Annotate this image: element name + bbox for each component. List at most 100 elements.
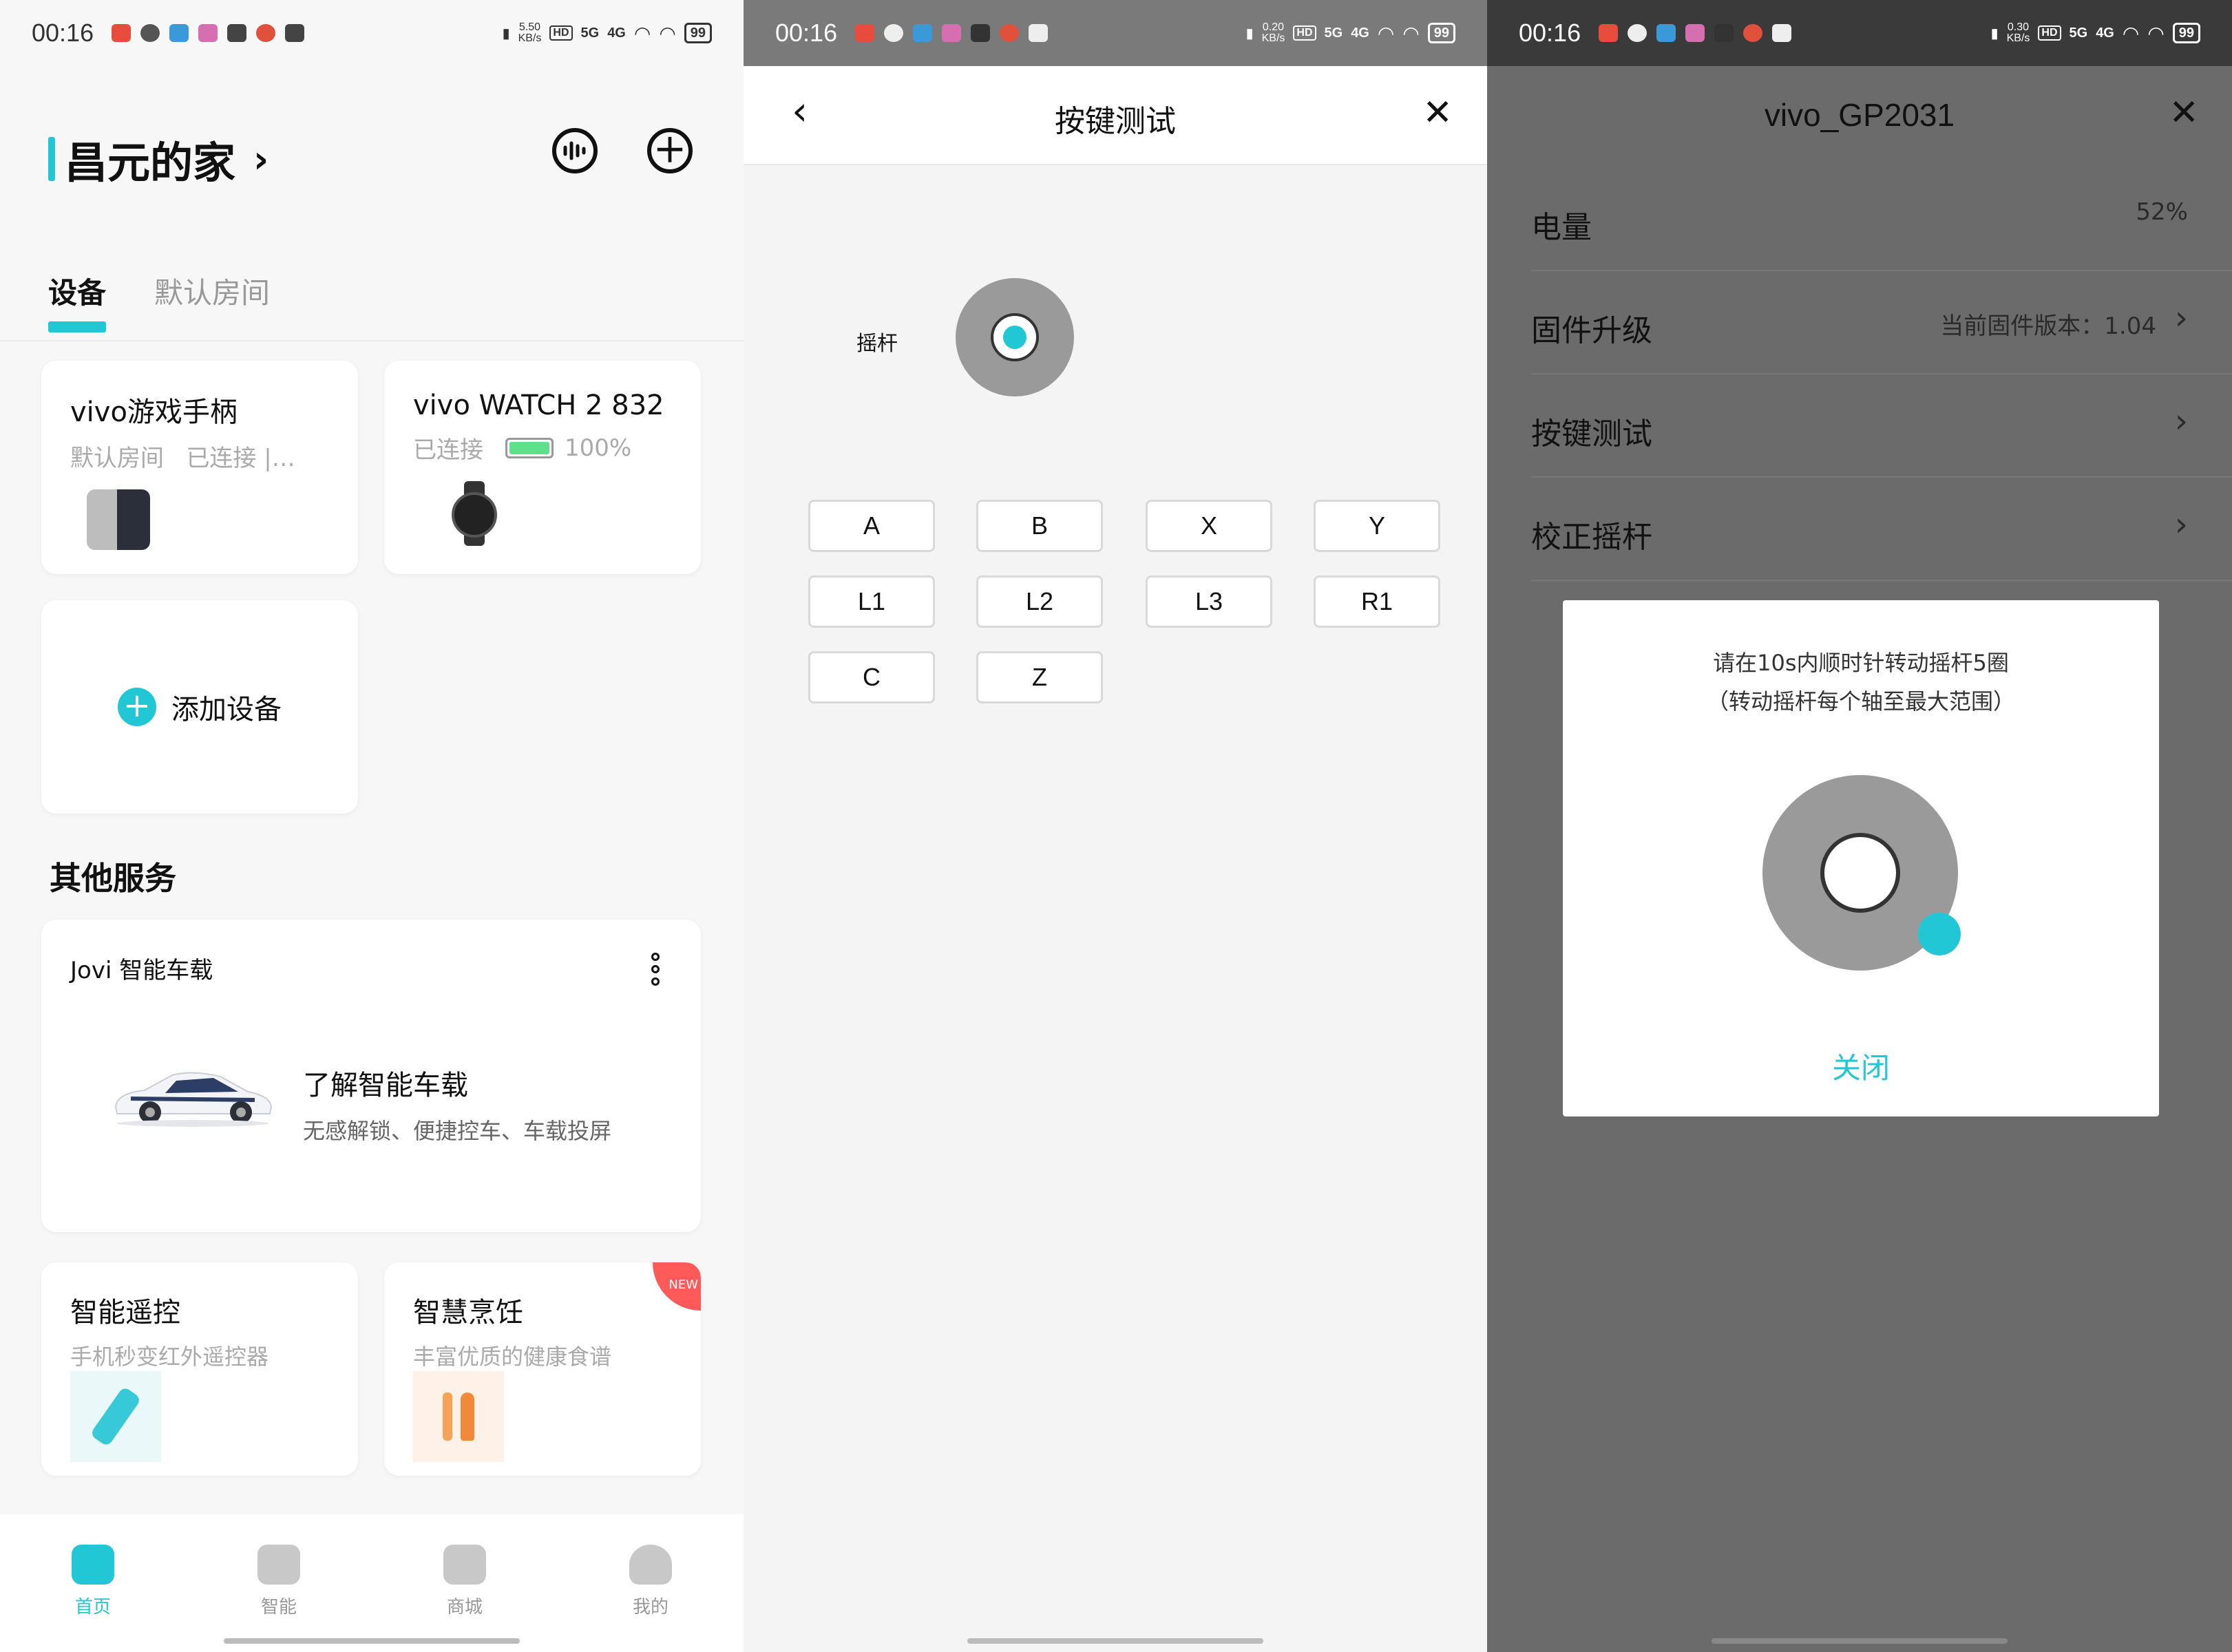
key-y: Y	[1314, 500, 1440, 552]
key-r1: R1	[1314, 575, 1440, 628]
robot-icon	[257, 1545, 300, 1585]
app-notification-icon	[913, 24, 933, 42]
close-icon[interactable]: ✕	[1422, 95, 1453, 131]
service-title: 智能遥控	[70, 1297, 180, 1328]
close-dialog-button[interactable]: 关闭	[1563, 1045, 2159, 1087]
key-b: B	[976, 500, 1103, 552]
row-label: 按键测试	[1531, 416, 1652, 452]
gamepad-image-icon	[87, 489, 150, 550]
net-speed: 0.20 KB/s	[1261, 21, 1285, 44]
hd-icon: HD	[1293, 25, 1316, 41]
row-firmware-upgrade[interactable]: 固件升级 当前固件版本：1.04 ›	[1531, 271, 2232, 374]
net-speed: 5.50 KB/s	[518, 21, 542, 44]
signal-4g-icon: 4G	[607, 25, 626, 41]
key-l3: L3	[1146, 575, 1272, 628]
status-bar: 00:16 ▮ 5.50 KB/s HD 5G 4G ◠ ◠ 99	[0, 0, 744, 66]
net-speed: 0.30 KB/s	[2006, 21, 2030, 44]
signal-4g-icon: 4G	[2096, 25, 2114, 41]
key-a: A	[808, 500, 935, 552]
add-device-label: 添加设备	[171, 694, 282, 726]
wifi-icon: ◠	[659, 22, 676, 44]
chevron-right-icon: ›	[2174, 299, 2188, 337]
close-icon[interactable]: ✕	[2169, 95, 2199, 131]
key-x: X	[1146, 500, 1272, 552]
app-notification-icon	[971, 24, 991, 42]
joystick-dot	[1918, 913, 1961, 955]
home-name: 昌元的家	[65, 138, 236, 188]
hd-icon: HD	[2038, 25, 2061, 41]
header: ‹ 按键测试 ✕	[744, 66, 1487, 165]
home-indicator[interactable]	[1712, 1638, 2008, 1644]
wifi-icon: ◠	[2122, 22, 2140, 44]
row-value: 当前固件版本：1.04	[1940, 313, 2156, 340]
home-indicator[interactable]	[224, 1638, 520, 1644]
device-card-gamepad[interactable]: vivo游戏手柄 默认房间 已连接 |…	[41, 361, 358, 574]
key-l2: L2	[976, 575, 1103, 628]
nav-smart[interactable]: 智能	[217, 1545, 341, 1618]
voice-assistant-icon[interactable]	[552, 128, 598, 173]
page-title: 按键测试	[1055, 104, 1176, 139]
tab-devices[interactable]: 设备	[48, 270, 107, 332]
hd-icon: HD	[549, 25, 573, 41]
tab-default-room[interactable]: 默认房间	[154, 270, 270, 312]
vibrate-icon: ▮	[1245, 25, 1254, 41]
more-options-icon[interactable]	[649, 953, 662, 986]
battery-icon: 99	[1427, 23, 1455, 43]
nav-home[interactable]: 首页	[31, 1545, 155, 1618]
chevron-right-icon: ›	[253, 137, 269, 181]
app-notification-icon	[1628, 24, 1647, 42]
device-card-watch[interactable]: vivo WATCH 2 832 已连接 100%	[384, 361, 701, 574]
home-selector[interactable]: 昌元的家 ›	[48, 128, 269, 190]
bottom-navigation: 首页 智能 商城 我的	[0, 1514, 744, 1652]
cutlery-icon	[413, 1371, 504, 1462]
service-desc: 手机秒变红外遥控器	[70, 1344, 269, 1370]
smart-remote-card[interactable]: 智能遥控 手机秒变红外遥控器	[41, 1262, 358, 1476]
signal-5g-icon: 5G	[1324, 25, 1343, 41]
app-notification-icon	[198, 24, 218, 42]
app-notification-icon	[1656, 24, 1676, 42]
status-bar: 00:16 ▮ 0.30 KB/s HD 5G 4G ◠ ◠ 99	[1487, 0, 2232, 66]
joystick-calibration-indicator	[1762, 775, 1961, 971]
app-notification-icon	[112, 24, 131, 42]
nav-store[interactable]: 商城	[403, 1545, 527, 1618]
app-notification-icon	[1000, 24, 1020, 42]
row-label: 固件升级	[1531, 313, 1652, 348]
app-notification-icon	[855, 24, 875, 42]
calibration-dialog: 请在10s内顺时针转动摇杆5圈 （转动摇杆每个轴至最大范围） 关闭	[1563, 600, 2159, 1116]
section-title: 其他服务	[50, 860, 176, 897]
add-device-card[interactable]: + 添加设备	[41, 600, 358, 814]
shopping-bag-icon	[443, 1545, 486, 1585]
joystick-dot	[1003, 326, 1026, 349]
device-name: vivo WATCH 2 832	[413, 390, 664, 421]
device-detail-screen: 00:16 ▮ 0.30 KB/s HD 5G 4G ◠ ◠ 99 vivo_GP…	[1487, 0, 2232, 1652]
add-icon[interactable]: ＋	[647, 128, 693, 173]
jovi-description: 无感解锁、便捷控车、车载投屏	[303, 1118, 612, 1144]
home-screen: 00:16 ▮ 5.50 KB/s HD 5G 4G ◠ ◠ 99 昌元的家 › …	[0, 0, 744, 1652]
row-key-test[interactable]: 按键测试 ›	[1531, 374, 2232, 478]
app-notification-icon	[1685, 24, 1705, 42]
nav-profile[interactable]: 我的	[589, 1545, 713, 1618]
status-time: 00:16	[775, 19, 838, 47]
remote-control-icon	[70, 1371, 161, 1462]
jovi-headline: 了解智能车载	[303, 1070, 468, 1101]
app-notification-icon	[1714, 24, 1734, 42]
app-notification-icon	[1029, 24, 1049, 42]
jovi-car-card[interactable]: Jovi 智能车载 了解智能车载 无感解锁、便捷控车、车载投屏	[41, 920, 701, 1232]
row-label: 电量	[1531, 210, 1592, 245]
status-bar: 00:16 ▮ 0.20 KB/s HD 5G 4G ◠ ◠ 99	[744, 0, 1487, 66]
app-notification-icon	[884, 24, 904, 42]
chevron-right-icon: ›	[2174, 402, 2188, 441]
signal-5g-icon: 5G	[2069, 25, 2088, 41]
header: vivo_GP2031 ✕	[1487, 66, 2232, 169]
joystick-indicator	[956, 278, 1074, 396]
key-z: Z	[976, 651, 1103, 703]
row-calibrate-joystick[interactable]: 校正摇杆 ›	[1531, 478, 2232, 581]
home-indicator[interactable]	[967, 1638, 1263, 1644]
plus-circle-icon: +	[118, 688, 156, 726]
notification-icons	[855, 24, 1049, 42]
home-icon	[72, 1545, 114, 1585]
smart-cooking-card[interactable]: 智慧烹饪 丰富优质的健康食谱 NEW	[384, 1262, 701, 1476]
joystick-label: 摇杆	[856, 332, 898, 356]
key-l1: L1	[808, 575, 935, 628]
app-notification-icon	[285, 24, 305, 42]
